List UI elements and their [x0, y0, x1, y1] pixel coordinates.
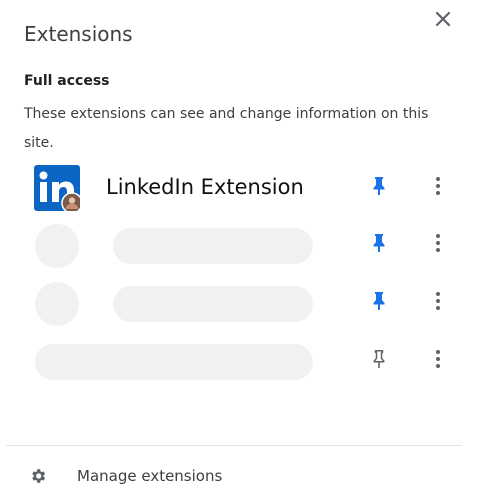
placeholder-name [113, 228, 313, 264]
dot [436, 292, 440, 296]
extension-row-placeholder[interactable] [0, 280, 470, 330]
pin-outline-icon [373, 350, 385, 368]
pin-icon [373, 234, 385, 252]
dot [436, 191, 440, 195]
manage-extensions-label: Manage extensions [77, 467, 223, 485]
dot [436, 241, 440, 245]
dot [436, 364, 440, 368]
extensions-panel: Extensions Full access These extensions … [0, 0, 500, 500]
pin-icon [373, 292, 385, 310]
extension-name: LinkedIn Extension [106, 175, 304, 199]
panel-title: Extensions [24, 22, 133, 46]
unpin-button[interactable] [368, 347, 390, 371]
dot [436, 357, 440, 361]
pin-button[interactable] [368, 289, 390, 313]
more-options-button[interactable] [428, 346, 448, 372]
linkedin-logo-icon [34, 165, 80, 211]
dot [436, 184, 440, 188]
placeholder-logo [35, 282, 79, 326]
close-icon [435, 11, 451, 27]
dot [436, 350, 440, 354]
placeholder-name [35, 344, 313, 380]
section-heading: Full access [24, 73, 110, 89]
placeholder-name [113, 286, 313, 322]
divider [6, 445, 462, 446]
gear-icon [32, 469, 46, 483]
dot [436, 248, 440, 252]
pin-icon [373, 177, 385, 195]
more-options-button[interactable] [428, 230, 448, 256]
extension-row-placeholder[interactable] [0, 338, 470, 388]
extension-row-placeholder[interactable] [0, 222, 470, 272]
more-options-button[interactable] [428, 288, 448, 314]
pin-button[interactable] [368, 174, 390, 198]
placeholder-logo [35, 224, 79, 268]
section-description: These extensions can see and change info… [24, 106, 429, 151]
dot [436, 299, 440, 303]
manage-extensions-button[interactable]: Manage extensions [0, 458, 480, 494]
dot [436, 234, 440, 238]
extension-row-linkedin[interactable]: LinkedIn Extension [0, 165, 470, 215]
close-button[interactable] [430, 6, 456, 32]
dot [436, 177, 440, 181]
pin-button[interactable] [368, 231, 390, 255]
dot [436, 306, 440, 310]
more-options-button[interactable] [428, 173, 448, 199]
